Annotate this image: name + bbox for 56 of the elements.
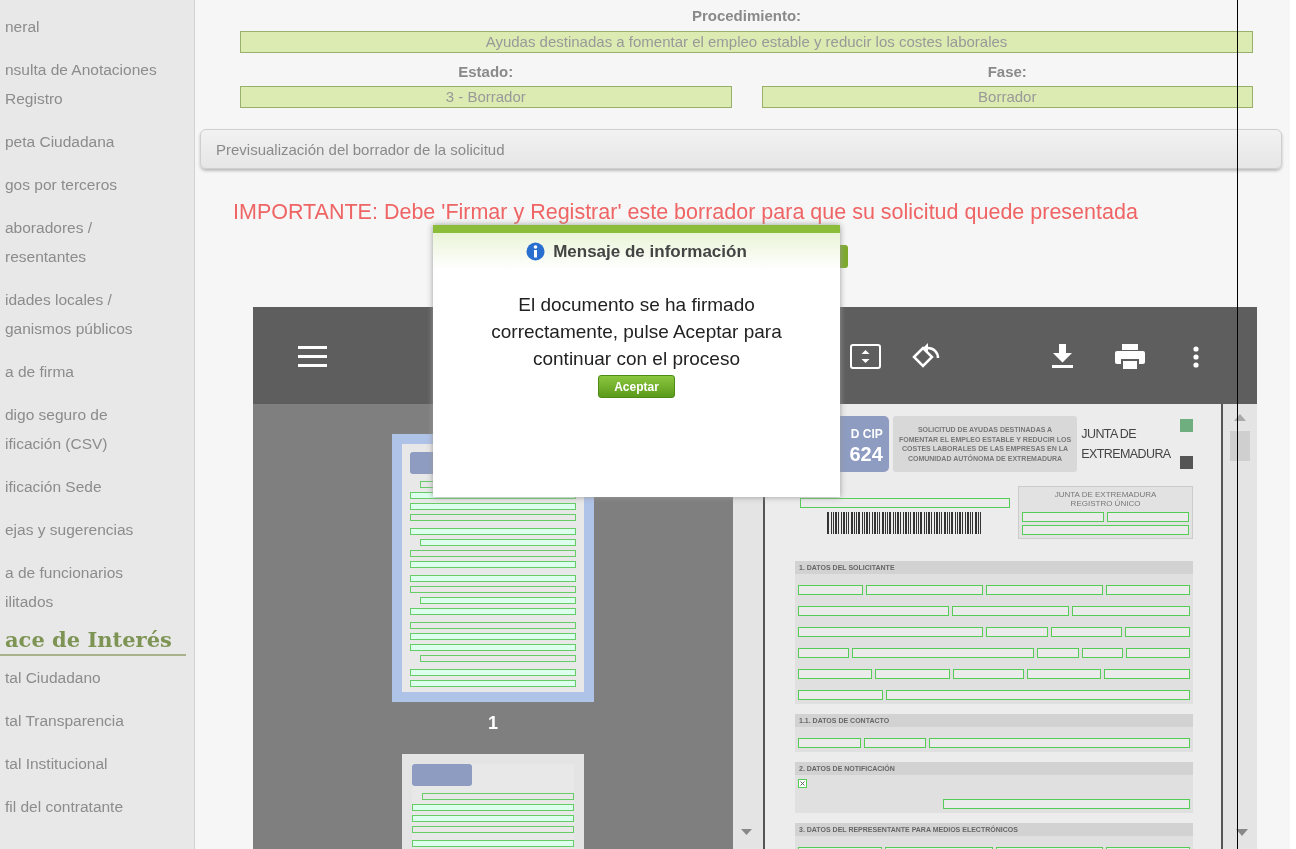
menu-icon[interactable] bbox=[298, 346, 327, 367]
form-field bbox=[798, 648, 850, 658]
sidebar-link[interactable]: a de firma bbox=[0, 350, 74, 393]
sidebar-link[interactable]: nsulta de Anotaciones Registro bbox=[0, 48, 157, 120]
square-icon bbox=[1180, 419, 1193, 432]
sidebar-link[interactable]: tal Ciudadano bbox=[0, 656, 101, 699]
sidebar-heading: ace de Interés bbox=[5, 627, 172, 652]
read-only-field: 3 - Borrador bbox=[240, 86, 732, 108]
download-icon[interactable] bbox=[1052, 344, 1073, 368]
form-field bbox=[1124, 627, 1190, 637]
scrollbar-thumb[interactable] bbox=[1230, 431, 1250, 461]
sidebar-link[interactable]: idades locales / ganismos públicos bbox=[0, 278, 133, 350]
more-options-icon[interactable] bbox=[1193, 346, 1199, 368]
read-only-field: Borrador bbox=[761, 86, 1253, 108]
dialog-title: Mensaje de información bbox=[553, 241, 747, 262]
field-label: Fase: bbox=[987, 62, 1027, 82]
sidebar-link[interactable]: tal Institucional bbox=[0, 742, 108, 785]
accept-button[interactable]: Aceptar bbox=[598, 375, 675, 398]
notice-text: IMPORTANTE: Debe 'Firmar y Registrar' este borrador para que su solicitud quede presentada bbox=[233, 199, 1138, 226]
sidebar-link[interactable]: ificación Sede bbox=[0, 465, 102, 508]
scroll-up-icon[interactable] bbox=[1234, 414, 1246, 421]
fit-page-icon[interactable] bbox=[850, 344, 881, 369]
panel-title: Previsualización del borrador de la solicitud bbox=[216, 140, 505, 158]
form-field bbox=[798, 738, 861, 748]
form-field bbox=[1125, 648, 1190, 658]
form-field bbox=[798, 585, 863, 595]
field-label: Estado: bbox=[458, 62, 514, 82]
cip-label: D CIP bbox=[850, 426, 883, 443]
sidebar-link[interactable]: aboradores / resentantes bbox=[0, 206, 93, 278]
form-field bbox=[1050, 627, 1122, 637]
form-field bbox=[1037, 648, 1079, 658]
sidebar-link[interactable]: gos por terceros bbox=[0, 163, 117, 206]
form-field bbox=[863, 738, 927, 748]
print-icon[interactable] bbox=[1115, 344, 1145, 370]
info-icon bbox=[526, 242, 546, 261]
read-only-field: Ayudas destinadas a fomentar el empleo estable y reducir los costes laborales bbox=[240, 31, 1253, 53]
page-number: 1 bbox=[488, 712, 498, 734]
logo-text: EXTREMADURA bbox=[1081, 446, 1171, 463]
scroll-down-icon[interactable] bbox=[1236, 829, 1248, 836]
logo-text: JUNTA DE bbox=[1081, 426, 1137, 443]
sidebar-link[interactable]: fil del contratante bbox=[0, 785, 124, 828]
sidebar-link[interactable]: a de funcionarios ilitados bbox=[0, 551, 124, 623]
registry-text: JUNTA DE EXTREMADURA bbox=[1054, 490, 1157, 499]
sidebar-link[interactable]: tal Transparencia bbox=[0, 699, 124, 742]
square-icon bbox=[1180, 456, 1193, 469]
sidebar-link[interactable]: digo seguro de ificación (CSV) bbox=[0, 393, 108, 465]
field-label: Procedimiento: bbox=[691, 6, 802, 26]
sidebar-link[interactable]: neral bbox=[0, 5, 40, 48]
form-field bbox=[985, 627, 1048, 637]
sidebar-link[interactable]: ejas y sugerencias bbox=[0, 508, 134, 551]
cip-number: 624 bbox=[849, 444, 883, 464]
sidebar-link[interactable]: peta Ciudadana bbox=[0, 120, 115, 163]
form-field bbox=[952, 669, 1024, 679]
dialog-message: El documento se ha firmado correctamente, pulse Aceptar para continuar con el proceso bbox=[490, 293, 783, 371]
form-field bbox=[1081, 648, 1123, 658]
registry-text: REGISTRO ÚNICO bbox=[1070, 499, 1141, 508]
